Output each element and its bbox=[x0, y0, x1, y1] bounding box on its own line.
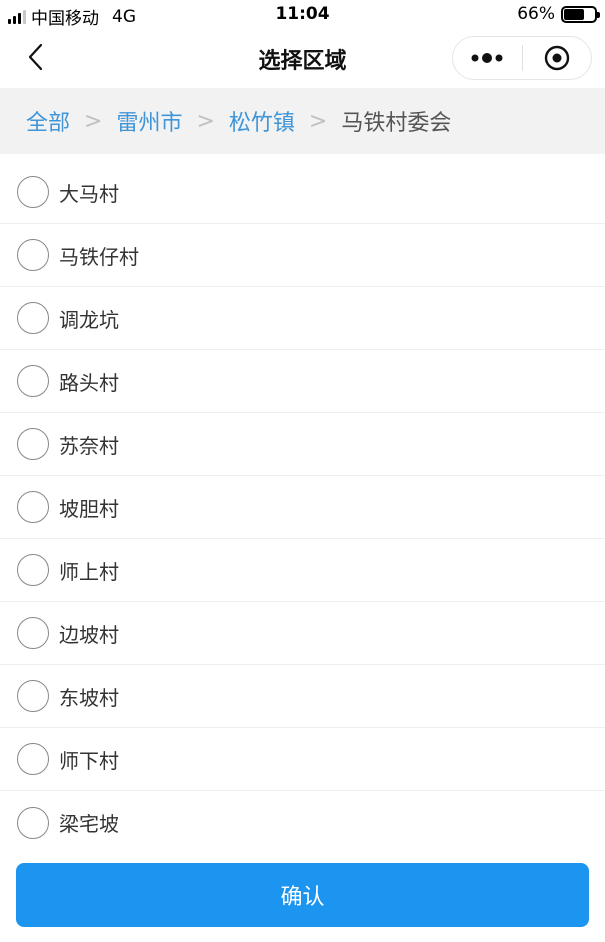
target-circle-icon bbox=[544, 45, 569, 71]
breadcrumb-item-city[interactable]: 雷州市 bbox=[116, 105, 182, 137]
list-item[interactable]: 坡胆村 bbox=[0, 476, 605, 539]
breadcrumb-separator: > bbox=[196, 108, 215, 134]
option-label: 师下村 bbox=[59, 748, 119, 773]
more-button[interactable] bbox=[453, 37, 522, 79]
chevron-left-icon bbox=[28, 43, 43, 71]
radio-button[interactable] bbox=[17, 428, 49, 460]
more-dots-icon bbox=[471, 53, 503, 63]
list-item[interactable]: 梁宅坡 bbox=[0, 791, 605, 854]
battery-fill bbox=[564, 8, 584, 20]
close-mini-program-button[interactable] bbox=[523, 37, 592, 79]
list-item[interactable]: 大马村 bbox=[0, 161, 605, 224]
option-label: 边坡村 bbox=[59, 622, 119, 647]
radio-button[interactable] bbox=[17, 617, 49, 649]
option-label: 大马村 bbox=[59, 181, 119, 206]
list-item[interactable]: 马铁仔村 bbox=[0, 224, 605, 287]
list-item[interactable]: 路头村 bbox=[0, 350, 605, 413]
radio-button[interactable] bbox=[17, 680, 49, 712]
option-label: 东坡村 bbox=[59, 685, 119, 710]
list-item[interactable]: 东坡村 bbox=[0, 665, 605, 728]
battery-icon bbox=[561, 5, 600, 23]
list-item[interactable]: 师下村 bbox=[0, 728, 605, 791]
radio-button[interactable] bbox=[17, 554, 49, 586]
breadcrumb-current: 马铁村委会 bbox=[341, 111, 452, 136]
radio-button[interactable] bbox=[17, 743, 49, 775]
option-label: 调龙坑 bbox=[59, 307, 119, 332]
option-label: 师上村 bbox=[59, 559, 119, 584]
option-label: 苏奈村 bbox=[59, 433, 119, 458]
option-label: 马铁仔村 bbox=[59, 244, 139, 269]
back-button[interactable] bbox=[22, 42, 52, 72]
breadcrumb-item-all[interactable]: 全部 bbox=[26, 105, 70, 137]
radio-button[interactable] bbox=[17, 176, 49, 208]
option-label: 坡胆村 bbox=[59, 496, 119, 521]
confirm-button[interactable]: 确认 bbox=[16, 863, 589, 927]
mini-program-capsule bbox=[452, 36, 592, 80]
nav-bar: 选择区域 bbox=[0, 30, 605, 86]
radio-button[interactable] bbox=[17, 491, 49, 523]
option-label: 梁宅坡 bbox=[59, 812, 119, 836]
radio-button[interactable] bbox=[17, 302, 49, 334]
list-item[interactable]: 调龙坑 bbox=[0, 287, 605, 350]
breadcrumb-separator: > bbox=[308, 108, 328, 134]
list-item[interactable]: 苏奈村 bbox=[0, 413, 605, 476]
status-bar: 中国移动 4G 11:04 66% bbox=[0, 0, 605, 30]
battery-percent: 66% bbox=[517, 4, 555, 24]
status-time: 11:04 bbox=[275, 4, 330, 24]
breadcrumb: 全部 > 雷州市 > 松竹镇 > 马铁村委会 bbox=[0, 88, 605, 154]
breadcrumb-item-town[interactable]: 松竹镇 bbox=[229, 105, 295, 137]
radio-button[interactable] bbox=[17, 806, 49, 839]
list-item[interactable]: 师上村 bbox=[0, 539, 605, 602]
list-item[interactable]: 边坡村 bbox=[0, 602, 605, 665]
radio-button[interactable] bbox=[17, 365, 49, 397]
breadcrumb-separator: > bbox=[84, 108, 103, 134]
option-label: 路头村 bbox=[59, 370, 119, 395]
radio-button[interactable] bbox=[17, 239, 49, 271]
region-option-list: 大马村 马铁仔村 调龙坑 路头村 苏奈村 坡胆村 师上村 边坡村 东坡村 师下村… bbox=[0, 161, 605, 854]
status-right: 66% bbox=[517, 4, 600, 24]
